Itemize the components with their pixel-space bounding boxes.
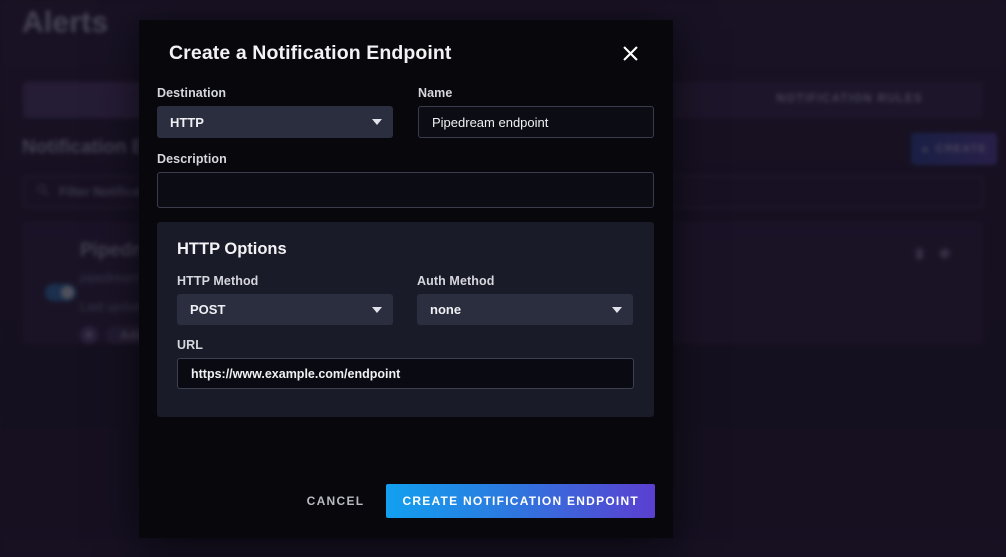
http-auth-row: HTTP Method POST Auth Method none xyxy=(177,274,634,325)
auth-method-label: Auth Method xyxy=(417,274,495,288)
description-label: Description xyxy=(157,152,227,166)
create-notification-endpoint-modal: Create a Notification Endpoint Destinati… xyxy=(139,20,673,538)
modal-header: Create a Notification Endpoint xyxy=(139,20,673,86)
modal-title: Create a Notification Endpoint xyxy=(169,41,452,64)
modal-footer: CANCEL CREATE NOTIFICATION ENDPOINT xyxy=(285,484,655,518)
http-options-panel: HTTP Options HTTP Method POST Auth Metho… xyxy=(157,222,654,417)
destination-selected-value: HTTP xyxy=(170,114,204,130)
name-input[interactable]: Pipedream endpoint xyxy=(418,106,654,138)
cancel-button[interactable]: CANCEL xyxy=(285,484,387,518)
http-method-label: HTTP Method xyxy=(177,274,259,288)
destination-label: Destination xyxy=(157,86,227,100)
chevron-down-icon xyxy=(372,306,382,313)
close-icon[interactable] xyxy=(617,40,643,66)
destination-name-row: Destination HTTP Name Pipedream endpoint xyxy=(157,86,655,152)
url-field-group: URL https://www.example.com/endpoint xyxy=(177,338,634,389)
http-method-selected-value: POST xyxy=(190,302,226,317)
http-method-field-group: HTTP Method POST xyxy=(177,274,393,325)
chevron-down-icon xyxy=(612,306,622,313)
name-input-value: Pipedream endpoint xyxy=(432,114,549,130)
create-notification-endpoint-button[interactable]: CREATE NOTIFICATION ENDPOINT xyxy=(386,484,655,518)
chevron-down-icon xyxy=(372,119,382,125)
destination-select[interactable]: HTTP xyxy=(157,106,393,138)
http-options-title: HTTP Options xyxy=(177,240,287,258)
url-input[interactable]: https://www.example.com/endpoint xyxy=(177,358,634,389)
name-label: Name xyxy=(418,86,453,100)
auth-method-select[interactable]: none xyxy=(417,294,633,325)
app-root: Alerts NOTIFICATION RULES Notification E… xyxy=(0,0,1006,557)
name-field-group: Name Pipedream endpoint xyxy=(418,86,654,138)
auth-method-field-group: Auth Method none xyxy=(417,274,633,325)
description-field-group: Description xyxy=(157,152,654,208)
url-input-value: https://www.example.com/endpoint xyxy=(191,366,401,381)
destination-field-group: Destination HTTP xyxy=(157,86,393,138)
modal-body: Destination HTTP Name Pipedream endpoint… xyxy=(139,86,673,417)
auth-method-selected-value: none xyxy=(430,302,462,317)
url-label: URL xyxy=(177,338,203,352)
description-input[interactable] xyxy=(157,172,654,208)
http-method-select[interactable]: POST xyxy=(177,294,393,325)
